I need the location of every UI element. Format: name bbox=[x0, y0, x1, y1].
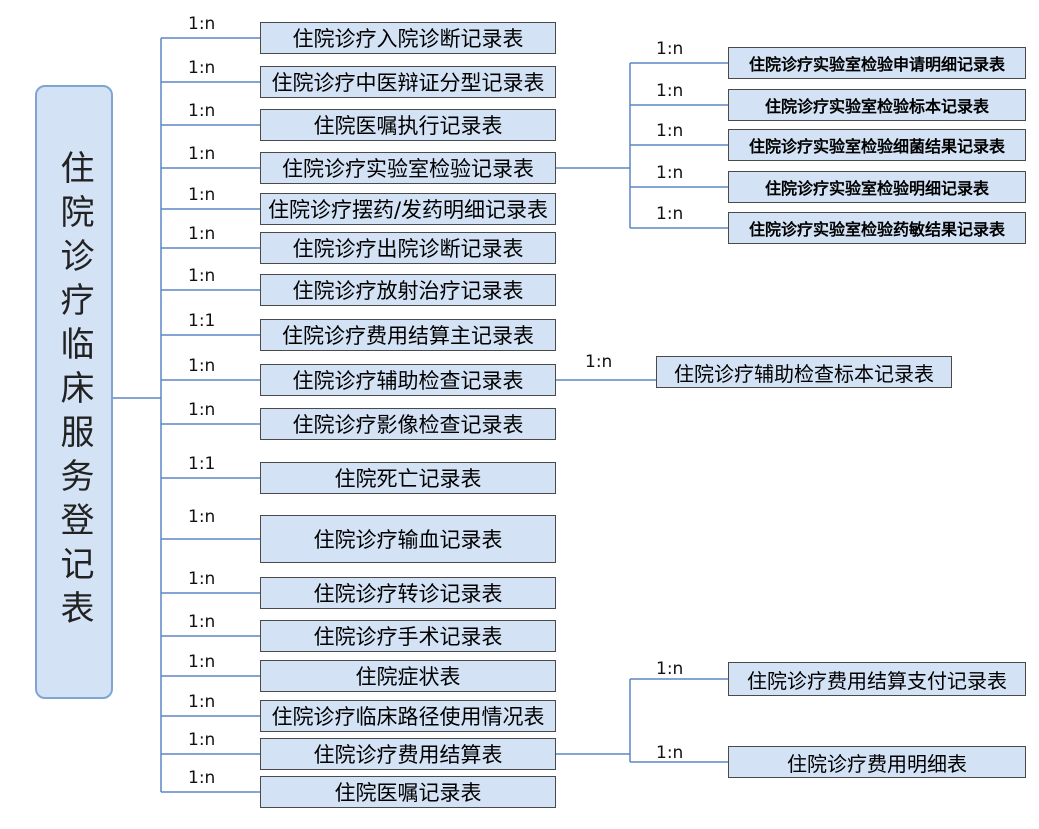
table-label: 住院诊疗费用结算主记录表 bbox=[282, 324, 534, 348]
table-label: 住院诊疗费用结算支付记录表 bbox=[747, 668, 1007, 693]
table-label: 住院医嘱记录表 bbox=[334, 781, 482, 805]
table-label: 住院诊疗摆药/发药明细记录表 bbox=[267, 198, 549, 222]
cardinality-label: 1:n bbox=[188, 266, 216, 286]
table-label: 住院诊疗手术记录表 bbox=[313, 625, 503, 649]
table-label: 住院诊疗实验室检验记录表 bbox=[282, 157, 534, 181]
cardinality-label: 1:n bbox=[585, 352, 613, 372]
cardinality-label: 1:n bbox=[188, 101, 216, 121]
table-label: 住院诊疗实验室检验明细记录表 bbox=[764, 179, 989, 198]
table-label: 住院诊疗实验室检验标本记录表 bbox=[764, 97, 989, 116]
table-node: 住院诊疗输血记录表 bbox=[260, 515, 556, 563]
table-label: 住院诊疗转诊记录表 bbox=[313, 582, 503, 606]
table-label: 住院医嘱执行记录表 bbox=[313, 114, 503, 138]
cardinality-label: 1:n bbox=[188, 652, 216, 672]
table-label: 住院死亡记录表 bbox=[334, 467, 482, 491]
table-node: 住院诊疗入院诊断记录表 bbox=[260, 22, 556, 54]
lab-child-node: 住院诊疗实验室检验明细记录表 bbox=[728, 171, 1026, 203]
root-label: 住院诊疗临床服务登记表 bbox=[54, 150, 94, 634]
cardinality-label: 1:n bbox=[188, 612, 216, 632]
lab-child-node: 住院诊疗实验室检验申请明细记录表 bbox=[728, 47, 1026, 79]
table-node: 住院诊疗临床路径使用情况表 bbox=[260, 700, 556, 732]
table-label: 住院诊疗输血记录表 bbox=[313, 528, 503, 552]
table-node: 住院诊疗实验室检验记录表 bbox=[260, 152, 556, 184]
table-label: 住院诊疗实验室检验申请明细记录表 bbox=[748, 55, 1005, 74]
cardinality-label: 1:n bbox=[188, 144, 216, 164]
cardinality-label: 1:n bbox=[188, 400, 216, 420]
table-node: 住院诊疗辅助检查记录表 bbox=[260, 364, 556, 396]
table-node: 住院症状表 bbox=[260, 660, 556, 692]
table-node: 住院诊疗中医辩证分型记录表 bbox=[260, 66, 556, 98]
cardinality-label: 1:n bbox=[656, 204, 684, 224]
fee-child-node: 住院诊疗费用结算支付记录表 bbox=[728, 662, 1026, 696]
cardinality-label: 1:n bbox=[188, 224, 216, 244]
table-node: 住院医嘱记录表 bbox=[260, 776, 556, 808]
table-node: 住院诊疗转诊记录表 bbox=[260, 577, 556, 609]
table-node: 住院诊疗摆药/发药明细记录表 bbox=[260, 193, 556, 225]
cardinality-label: 1:n bbox=[656, 121, 684, 141]
table-label: 住院诊疗临床路径使用情况表 bbox=[271, 705, 545, 729]
diagram-canvas: 住院诊疗临床服务登记表 住院诊疗入院诊断记录表 住院诊疗中医辩证分型记录表 住院… bbox=[0, 0, 1039, 829]
root-node: 住院诊疗临床服务登记表 bbox=[35, 85, 113, 699]
cardinality-label: 1:n bbox=[188, 185, 216, 205]
table-node: 住院诊疗放射治疗记录表 bbox=[260, 274, 556, 306]
cardinality-label: 1:n bbox=[656, 659, 684, 679]
cardinality-label: 1:n bbox=[188, 356, 216, 376]
cardinality-label: 1:n bbox=[188, 730, 216, 750]
cardinality-label: 1:n bbox=[656, 81, 684, 101]
table-node: 住院诊疗手术记录表 bbox=[260, 620, 556, 652]
cardinality-label: 1:n bbox=[188, 569, 216, 589]
cardinality-label: 1:n bbox=[188, 14, 216, 34]
table-label: 住院诊疗影像检查记录表 bbox=[292, 413, 524, 437]
cardinality-label: 1:n bbox=[188, 768, 216, 788]
table-label: 住院症状表 bbox=[355, 665, 461, 689]
table-label: 住院诊疗辅助检查标本记录表 bbox=[674, 361, 934, 386]
table-label: 住院诊疗入院诊断记录表 bbox=[292, 27, 524, 51]
aux-child-node: 住院诊疗辅助检查标本记录表 bbox=[656, 356, 952, 388]
table-label: 住院诊疗实验室检验药敏结果记录表 bbox=[748, 220, 1005, 239]
table-label: 住院诊疗出院诊断记录表 bbox=[292, 237, 524, 261]
cardinality-label: 1:n bbox=[656, 743, 684, 763]
table-node: 住院诊疗费用结算表 bbox=[260, 738, 556, 770]
table-label: 住院诊疗费用结算表 bbox=[313, 743, 503, 767]
cardinality-label: 1:1 bbox=[188, 454, 216, 474]
cardinality-label: 1:n bbox=[188, 507, 216, 527]
table-label: 住院诊疗辅助检查记录表 bbox=[292, 369, 524, 393]
table-node: 住院诊疗影像检查记录表 bbox=[260, 408, 556, 440]
lab-child-node: 住院诊疗实验室检验细菌结果记录表 bbox=[728, 129, 1026, 161]
cardinality-label: 1:n bbox=[188, 692, 216, 712]
table-label: 住院诊疗放射治疗记录表 bbox=[292, 279, 524, 303]
table-label: 住院诊疗中医辩证分型记录表 bbox=[271, 71, 545, 95]
table-node: 住院诊疗出院诊断记录表 bbox=[260, 232, 556, 264]
table-node: 住院医嘱执行记录表 bbox=[260, 109, 556, 141]
cardinality-label: 1:n bbox=[188, 58, 216, 78]
lab-child-node: 住院诊疗实验室检验药敏结果记录表 bbox=[728, 212, 1026, 244]
table-label: 住院诊疗费用明细表 bbox=[787, 751, 967, 776]
table-label: 住院诊疗实验室检验细菌结果记录表 bbox=[748, 137, 1005, 156]
table-node: 住院死亡记录表 bbox=[260, 462, 556, 494]
cardinality-label: 1:1 bbox=[188, 311, 216, 331]
lab-child-node: 住院诊疗实验室检验标本记录表 bbox=[728, 89, 1026, 121]
cardinality-label: 1:n bbox=[656, 163, 684, 183]
cardinality-label: 1:n bbox=[656, 39, 684, 59]
table-node: 住院诊疗费用结算主记录表 bbox=[260, 319, 556, 351]
fee-child-node: 住院诊疗费用明细表 bbox=[728, 746, 1026, 778]
